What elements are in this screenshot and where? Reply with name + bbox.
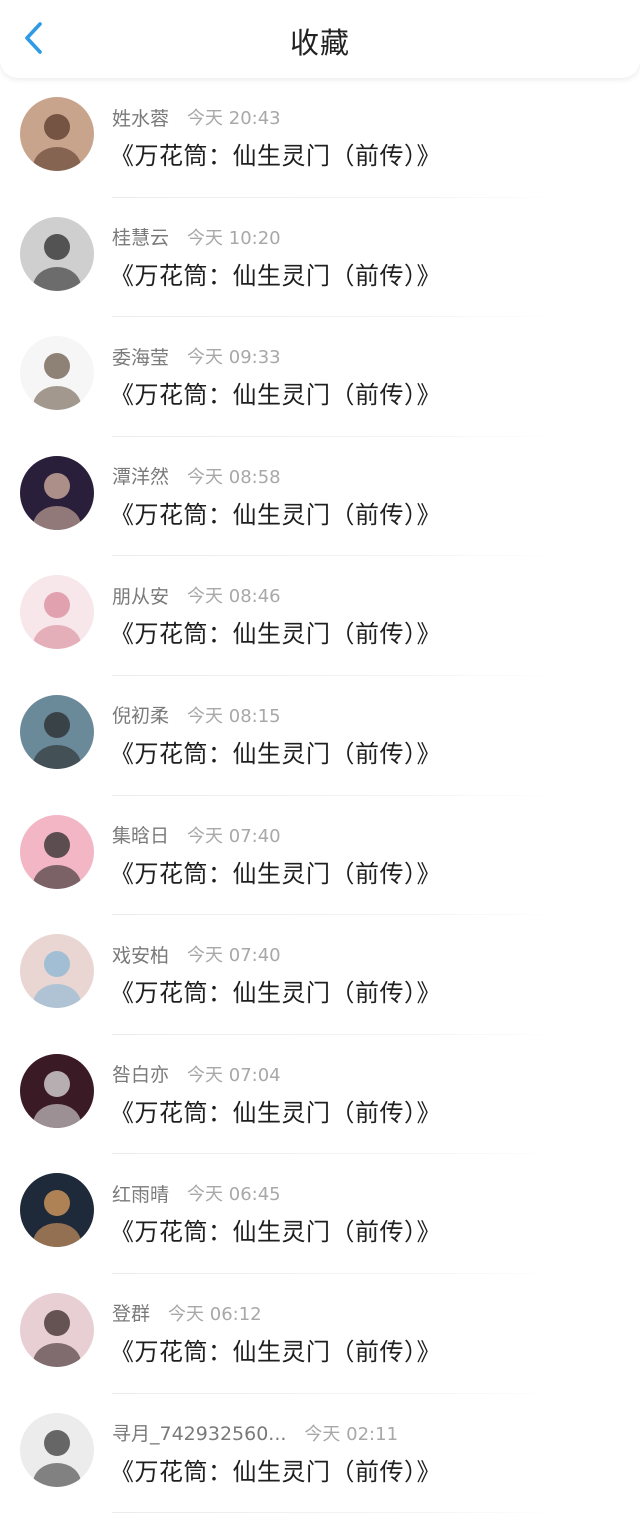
timestamp: 今天 07:04	[187, 1064, 281, 1086]
item-meta: 倪初柔 今天 08:15	[112, 701, 281, 729]
favorites-list: 姓水蓉 今天 20:43 《万花筒：仙生灵门（前传）》 桂慧云 今天 10:20…	[0, 78, 640, 1514]
avatar-image	[20, 336, 94, 411]
favorite-title: 《万花筒：仙生灵门（前传）》	[110, 142, 441, 170]
avatar-image	[20, 1412, 94, 1487]
timestamp: 今天 06:45	[187, 1184, 281, 1206]
timestamp: 今天 10:20	[187, 227, 281, 249]
item-meta: 委海莹 今天 09:33	[112, 342, 281, 370]
avatar-image	[20, 216, 94, 291]
favorite-item[interactable]: 登群 今天 06:12 《万花筒：仙生灵门（前传）》	[0, 1274, 640, 1394]
avatar-image	[20, 455, 94, 530]
item-meta: 红雨晴 今天 06:45	[112, 1179, 281, 1207]
avatar-image	[20, 934, 94, 1009]
favorite-item[interactable]: 潭洋然 今天 08:58 《万花筒：仙生灵门（前传）》	[0, 437, 640, 557]
item-meta: 潭洋然 今天 08:58	[112, 462, 281, 490]
timestamp: 今天 06:12	[168, 1303, 262, 1325]
item-meta: 姓水蓉 今天 20:43	[112, 103, 281, 131]
favorite-title: 《万花筒：仙生灵门（前传）》	[110, 979, 441, 1008]
favorite-title: 《万花筒：仙生灵门（前传）》	[110, 1457, 441, 1486]
user-name: 姓水蓉	[112, 107, 170, 130]
avatar-image	[20, 97, 94, 171]
favorite-item[interactable]: 倪初柔 今天 08:15 《万花筒：仙生灵门（前传）》	[0, 676, 640, 796]
avatar	[20, 97, 94, 171]
favorite-item[interactable]: 朋从安 今天 08:46 《万花筒：仙生灵门（前传）》	[0, 556, 640, 676]
favorite-item[interactable]: 姓水蓉 今天 20:43 《万花筒：仙生灵门（前传）》	[0, 78, 640, 198]
avatar	[20, 216, 94, 291]
favorite-item[interactable]: 寻月_742932560... 今天 02:11 《万花筒：仙生灵门（前传）》	[0, 1394, 640, 1514]
avatar-image	[20, 1053, 94, 1128]
avatar-image	[20, 1292, 94, 1367]
timestamp: 今天 07:40	[187, 825, 281, 847]
avatar-image	[20, 1173, 94, 1248]
avatar	[20, 1292, 94, 1367]
avatar	[20, 814, 94, 889]
item-meta: 桂慧云 今天 10:20	[112, 223, 281, 251]
favorite-item[interactable]: 委海莹 今天 09:33 《万花筒：仙生灵门（前传）》	[0, 317, 640, 437]
favorite-title: 《万花筒：仙生灵门（前传）》	[110, 620, 441, 649]
avatar	[20, 934, 94, 1009]
favorite-title: 《万花筒：仙生灵门（前传）》	[110, 1098, 441, 1127]
favorite-item[interactable]: 桂慧云 今天 10:20 《万花筒：仙生灵门（前传）》	[0, 198, 640, 318]
favorite-item[interactable]: 咎白亦 今天 07:04 《万花筒：仙生灵门（前传）》	[0, 1035, 640, 1155]
user-name: 咎白亦	[112, 1064, 170, 1087]
divider	[112, 1512, 560, 1514]
user-name: 朋从安	[112, 585, 170, 608]
item-meta: 戏安柏 今天 07:40	[112, 940, 281, 968]
avatar	[20, 1053, 94, 1128]
avatar	[20, 336, 94, 411]
avatar	[20, 455, 94, 530]
favorite-title: 《万花筒：仙生灵门（前传）》	[110, 739, 441, 768]
timestamp: 今天 08:15	[187, 705, 281, 727]
timestamp: 今天 09:33	[187, 347, 281, 369]
favorite-item[interactable]: 集晗日 今天 07:40 《万花筒：仙生灵门（前传）》	[0, 796, 640, 916]
user-name: 委海莹	[112, 346, 170, 369]
favorite-title: 《万花筒：仙生灵门（前传）》	[110, 859, 441, 888]
timestamp: 今天 08:46	[187, 586, 281, 608]
favorite-title: 《万花筒：仙生灵门（前传）》	[110, 381, 441, 410]
item-meta: 朋从安 今天 08:46	[112, 581, 281, 609]
item-meta: 寻月_742932560... 今天 02:11	[112, 1419, 398, 1447]
user-name: 集晗日	[112, 825, 170, 848]
user-name: 戏安柏	[112, 944, 170, 967]
page-title: 收藏	[289, 26, 350, 60]
avatar	[20, 1173, 94, 1248]
favorite-title: 《万花筒：仙生灵门（前传）》	[110, 1337, 441, 1366]
item-meta: 登群 今天 06:12	[112, 1299, 262, 1327]
user-name: 红雨晴	[112, 1183, 170, 1206]
user-name: 潭洋然	[112, 466, 170, 489]
favorite-title: 《万花筒：仙生灵门（前传）》	[110, 261, 441, 290]
user-name: 倪初柔	[112, 705, 170, 728]
avatar-image	[20, 575, 94, 650]
avatar	[20, 694, 94, 769]
timestamp: 今天 07:40	[187, 945, 281, 967]
user-name: 寻月_742932560...	[112, 1423, 287, 1446]
top-bar: 收藏	[0, 0, 640, 78]
favorite-title: 《万花筒：仙生灵门（前传）》	[110, 1218, 441, 1247]
avatar-image	[20, 814, 94, 889]
timestamp: 今天 08:58	[187, 466, 281, 488]
user-name: 登群	[112, 1303, 151, 1326]
avatar	[20, 575, 94, 650]
item-meta: 咎白亦 今天 07:04	[112, 1060, 281, 1088]
favorite-title: 《万花筒：仙生灵门（前传）》	[110, 500, 441, 529]
favorite-item[interactable]: 红雨晴 今天 06:45 《万花筒：仙生灵门（前传）》	[0, 1154, 640, 1274]
user-name: 桂慧云	[112, 227, 170, 250]
timestamp: 今天 02:11	[304, 1423, 399, 1445]
avatar	[20, 1412, 94, 1487]
timestamp: 今天 20:43	[187, 108, 281, 129]
favorite-item[interactable]: 戏安柏 今天 07:40 《万花筒：仙生灵门（前传）》	[0, 915, 640, 1035]
item-meta: 集晗日 今天 07:40	[112, 821, 281, 849]
avatar-image	[20, 694, 94, 769]
